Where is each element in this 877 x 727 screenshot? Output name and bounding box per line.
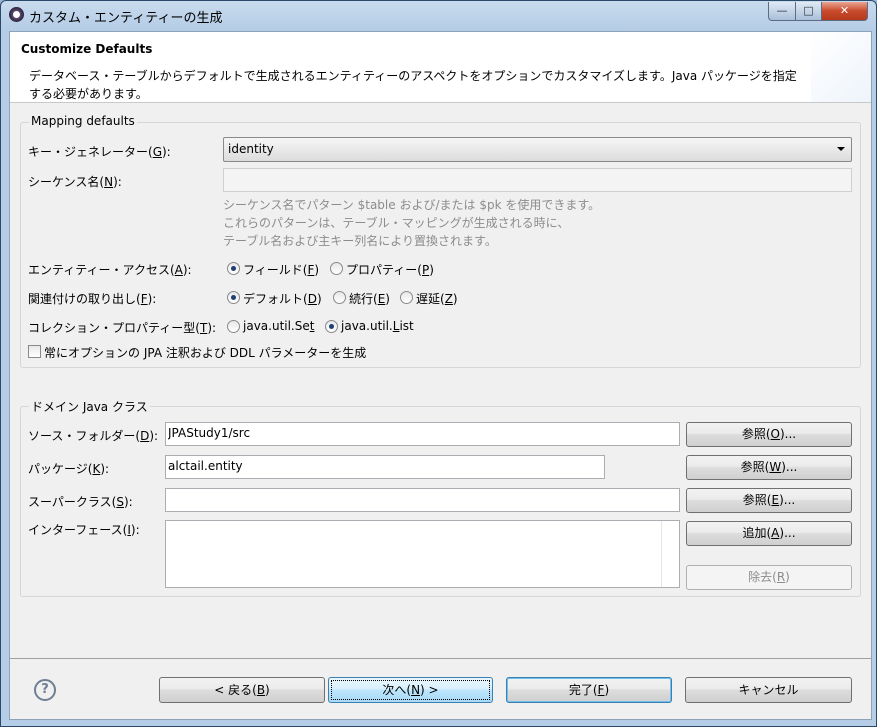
package-input[interactable] (165, 455, 605, 479)
collection-list-label[interactable]: java.util.List (341, 319, 414, 333)
collection-list-radio[interactable] (325, 320, 338, 333)
eclipse-app-icon (9, 7, 24, 22)
superclass-label: スーパークラス(S): (28, 495, 133, 509)
key-generator-label: キー・ジェネレーター(G): (28, 145, 171, 159)
always-generate-label[interactable]: 常にオプションの JPA 注釈および DDL パラメーターを生成 (44, 344, 366, 361)
fetch-label: 関連付けの取り出し(F): (28, 292, 157, 306)
dialog-window: カスタム・エンティティーの生成 — □ ✕ Customize Defaults… (0, 0, 877, 727)
page-description: データベース・テーブルからデフォルトで生成されるエンティティーのアスペクトをオプ… (29, 69, 797, 101)
access-field-label[interactable]: フィールド(F) (243, 261, 319, 278)
remove-interface-button[interactable]: 除去(R) (686, 565, 852, 590)
source-folder-input[interactable] (165, 422, 680, 446)
finish-button[interactable]: 完了(F) (506, 677, 672, 703)
entity-access-label: エンティティー・アクセス(A): (28, 263, 192, 277)
cancel-button[interactable]: キャンセル (685, 677, 852, 703)
window-title: カスタム・エンティティーの生成 (29, 11, 223, 26)
fetch-lazy-label[interactable]: 遅延(Z) (416, 290, 458, 307)
sequence-hint-line-1: シーケンス名でパターン $table および/または $pk を使用できます。 (223, 198, 601, 212)
source-folder-label: ソース・フォルダー(D): (28, 429, 159, 443)
access-property-radio[interactable] (330, 262, 343, 275)
access-property-label[interactable]: プロパティー(P) (346, 261, 434, 278)
header-banner-image (811, 32, 871, 102)
collection-set-radio[interactable] (227, 320, 240, 333)
close-button[interactable]: ✕ (821, 2, 868, 21)
back-button[interactable]: < 戻る(B) (159, 677, 325, 703)
access-field-radio[interactable] (227, 262, 240, 275)
maximize-button[interactable]: □ (795, 2, 822, 21)
interfaces-label: インターフェース(I): (28, 523, 140, 537)
wizard-header: Customize Defaults データベース・テーブルからデフォルトで生成… (10, 32, 871, 103)
group-label: Mapping defaults (29, 114, 137, 128)
title-bar[interactable]: カスタム・エンティティーの生成 — □ ✕ (1, 1, 876, 29)
browse-superclass-button[interactable]: 参照(E)... (686, 488, 852, 513)
superclass-input[interactable] (165, 488, 680, 512)
fetch-default-radio[interactable] (227, 291, 240, 304)
footer-separator (10, 658, 871, 659)
minimize-button[interactable]: — (768, 2, 796, 21)
focus-rect (331, 680, 490, 700)
page-title: Customize Defaults (21, 42, 153, 56)
browse-source-folder-button[interactable]: 参照(O)... (686, 422, 852, 447)
sequence-hint-line-2: これらのパターンは、テーブル・マッピングが生成される時に、 (223, 216, 570, 230)
fetch-default-label[interactable]: デフォルト(D) (243, 290, 322, 307)
collection-set-label[interactable]: java.util.Set (243, 319, 314, 333)
always-generate-checkbox[interactable] (28, 345, 41, 358)
next-button[interactable]: 次へ(N) > (328, 677, 493, 703)
chevron-down-icon[interactable] (837, 147, 845, 151)
fetch-eager-radio[interactable] (333, 291, 346, 304)
source-folder-field[interactable] (168, 426, 656, 440)
superclass-field[interactable] (168, 492, 656, 506)
sequence-hint-line-3: テーブル名および主キー列名により置換されます。 (223, 234, 497, 248)
fetch-lazy-radio[interactable] (400, 291, 413, 304)
dialog-client: Customize Defaults データベース・テーブルからデフォルトで生成… (9, 31, 872, 720)
add-interface-button[interactable]: 追加(A)... (686, 521, 852, 546)
interfaces-list[interactable] (165, 520, 680, 588)
package-label: パッケージ(K): (28, 462, 110, 476)
group-label: ドメイン Java クラス (29, 398, 150, 415)
sequence-name-field[interactable] (226, 172, 822, 186)
fetch-eager-label[interactable]: 続行(E) (349, 290, 390, 307)
interfaces-scrollbar[interactable] (661, 521, 679, 587)
key-generator-select[interactable]: identity (223, 137, 852, 162)
package-field[interactable] (168, 459, 585, 473)
collection-type-label: コレクション・プロパティー型(T): (28, 321, 217, 335)
sequence-name-input[interactable] (223, 168, 852, 192)
browse-package-button[interactable]: 参照(W)... (686, 455, 852, 480)
sequence-name-label: シーケンス名(N): (28, 175, 122, 189)
key-generator-value: identity (228, 142, 274, 156)
help-icon[interactable]: ? (34, 679, 56, 701)
